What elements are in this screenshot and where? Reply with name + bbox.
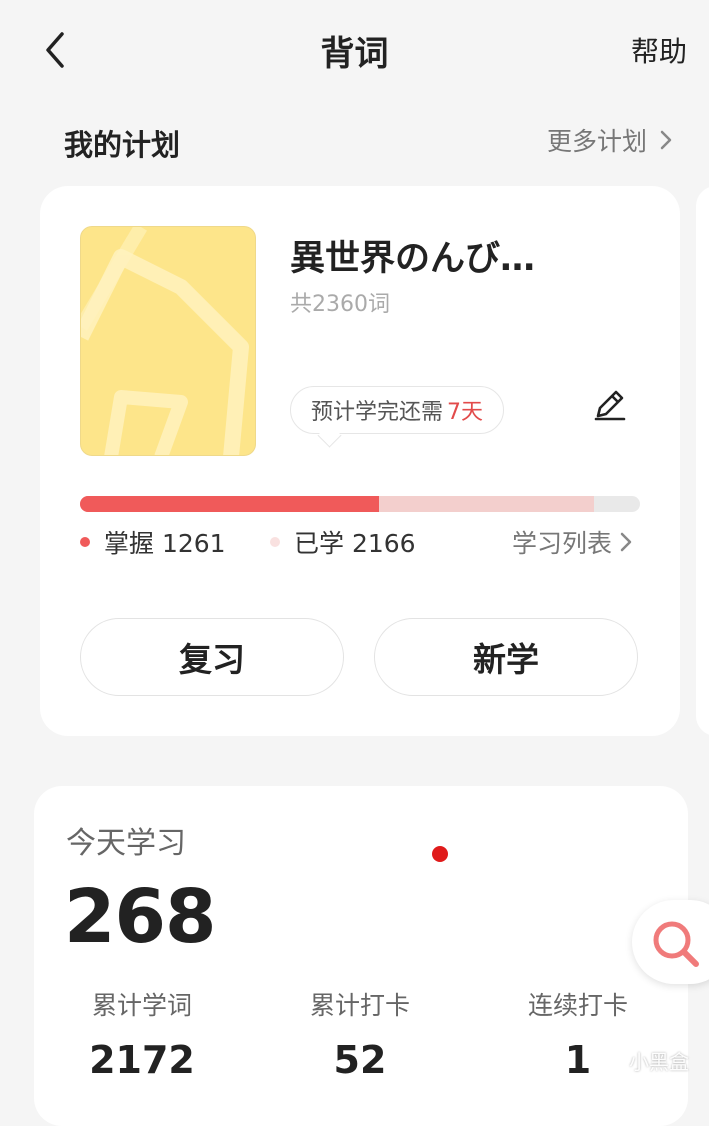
floating-search-button[interactable] xyxy=(632,900,709,984)
total-checkins-stat: 累计打卡 52 xyxy=(260,986,460,1082)
chevron-right-icon xyxy=(620,532,632,552)
progress-stats: 掌握 1261 已学 2166 学习列表 xyxy=(80,524,640,560)
stat-label: 累计打卡 xyxy=(309,991,410,1020)
eta-prefix: 预计学完还需 xyxy=(311,400,444,425)
mastered-legend-dot xyxy=(80,537,90,547)
page-title: 背词 xyxy=(320,34,389,74)
today-label: 今天学习 xyxy=(66,826,186,861)
total-words-stat: 累计学词 2172 xyxy=(42,986,242,1082)
learned-label: 已学 2166 xyxy=(294,529,416,558)
review-button[interactable]: 复习 xyxy=(80,618,344,696)
search-icon xyxy=(653,921,699,967)
today-count: 268 xyxy=(64,874,216,960)
new-learn-button[interactable]: 新学 xyxy=(374,618,638,696)
next-plan-card-peek[interactable] xyxy=(696,186,709,736)
stat-label: 连续打卡 xyxy=(527,991,628,1020)
stat-label: 累计学词 xyxy=(91,991,192,1020)
word-count: 共2360词 xyxy=(290,292,390,317)
header-bar: 背词 帮助 xyxy=(0,0,709,100)
stat-value: 52 xyxy=(333,1038,387,1082)
plan-card: 異世界のんび… 共2360词 预计学完还需 7天 掌握 1261 已学 2166… xyxy=(40,186,680,736)
stat-value: 2172 xyxy=(89,1038,195,1082)
study-list-link[interactable]: 学习列表 xyxy=(512,524,632,560)
watermark: 小黑盒 xyxy=(601,1046,689,1075)
watermark-text: 小黑盒 xyxy=(629,1050,689,1074)
my-plans-heading: 我的计划 xyxy=(64,128,181,162)
more-plans-link[interactable]: 更多计划 xyxy=(547,122,673,158)
cover-house-pattern xyxy=(81,227,249,455)
study-list-label: 学习列表 xyxy=(511,529,612,558)
watermark-logo-icon xyxy=(601,1049,623,1072)
mastered-label: 掌握 1261 xyxy=(104,529,226,558)
chevron-right-icon xyxy=(660,130,672,150)
book-cover-image[interactable] xyxy=(80,226,256,456)
notification-dot xyxy=(432,846,448,862)
today-study-card: 今天学习 268 累计学词 2172 累计打卡 52 连续打卡 1 xyxy=(34,786,688,1126)
eta-days: 7天 xyxy=(447,400,484,425)
learning-progress-bar xyxy=(80,496,640,512)
bubble-tail xyxy=(317,423,342,448)
learned-stat: 已学 2166 xyxy=(270,524,416,560)
mastered-stat: 掌握 1261 xyxy=(80,524,226,560)
eta-bubble: 预计学完还需 7天 xyxy=(290,386,505,448)
mastered-progress-fill xyxy=(80,496,380,512)
help-button[interactable]: 帮助 xyxy=(631,30,687,70)
more-plans-label: 更多计划 xyxy=(546,127,647,156)
book-title[interactable]: 異世界のんび… xyxy=(290,230,535,281)
learned-legend-dot xyxy=(270,537,280,547)
edit-pencil-icon[interactable] xyxy=(590,384,630,424)
